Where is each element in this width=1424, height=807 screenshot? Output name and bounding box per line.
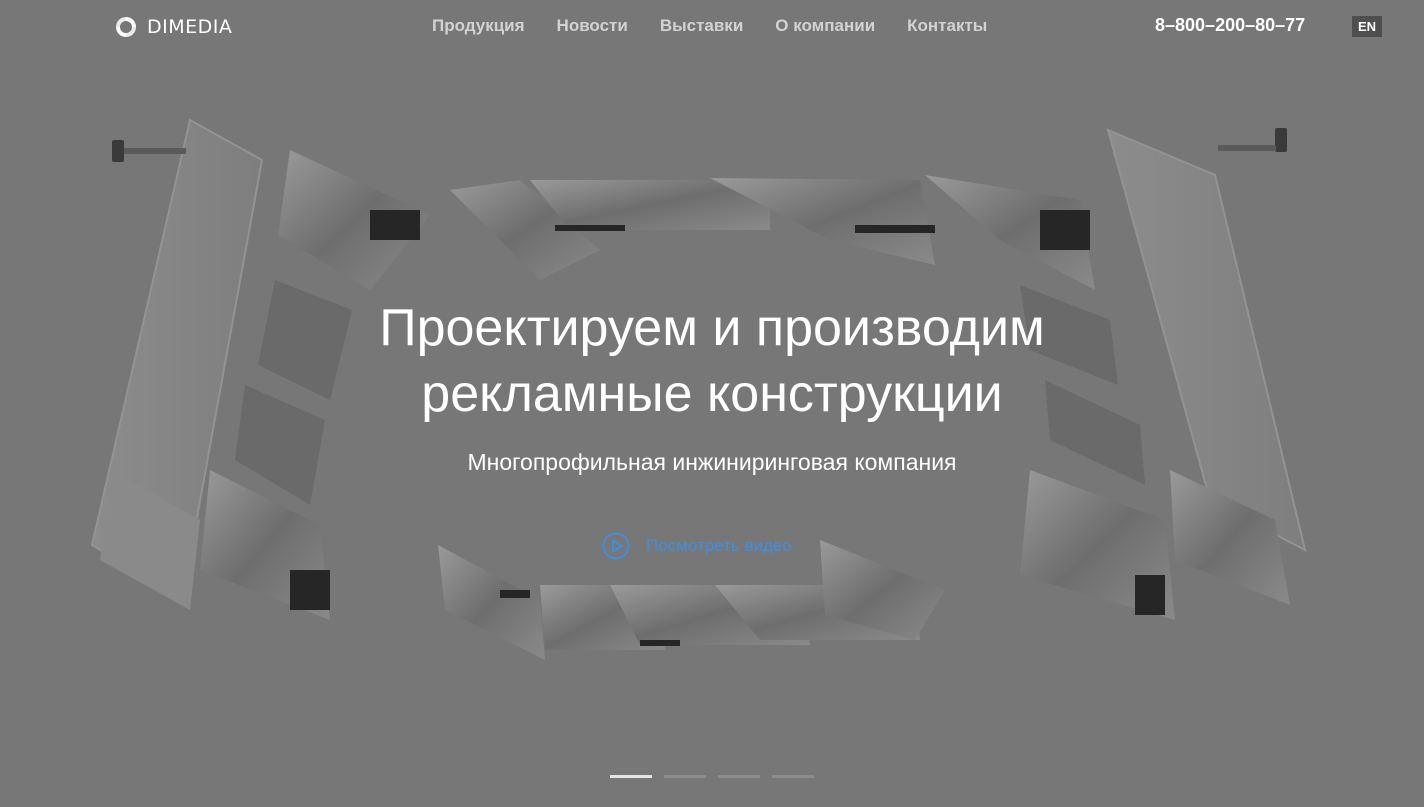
hero-title-line-1: Проектируем и производим [379, 299, 1045, 357]
nav-item-news[interactable]: Новости [557, 16, 628, 36]
site-header: DIMEDIA Продукция Новости Выставки О ком… [0, 0, 1424, 54]
nav-item-products[interactable]: Продукция [432, 16, 525, 36]
right-bolt [1218, 128, 1287, 152]
slider-dot-4[interactable] [772, 775, 814, 778]
left-bolt [112, 140, 186, 162]
hero-section: DIMEDIA Продукция Новости Выставки О ком… [0, 0, 1424, 807]
hero-subtitle: Многопрофильная инжиниринговая компания [467, 449, 957, 475]
logo-icon [116, 17, 136, 37]
phone-number[interactable]: 8–800–200–80–77 [1155, 15, 1305, 36]
nav-item-about[interactable]: О компании [775, 16, 875, 36]
logo-text: DIMEDIA [147, 16, 233, 38]
watch-video-button[interactable]: Посмотреть видео [602, 532, 792, 560]
slider-dot-3[interactable] [718, 775, 760, 778]
watch-video-label: Посмотреть видео [646, 536, 792, 555]
nav-item-exhibitions[interactable]: Выставки [660, 16, 743, 36]
play-icon [602, 532, 630, 560]
nav-item-contacts[interactable]: Контакты [907, 16, 987, 36]
slider-dot-2[interactable] [664, 775, 706, 778]
hero-title: Проектируем и производим рекламные конст… [0, 295, 1424, 427]
hero-title-line-2: рекламные конструкции [421, 365, 1003, 423]
main-nav: Продукция Новости Выставки О компании Ко… [432, 16, 1019, 36]
slider-dot-1[interactable] [610, 775, 652, 778]
slider-pagination [610, 775, 826, 778]
language-switch[interactable]: EN [1352, 16, 1382, 37]
logo[interactable]: DIMEDIA [114, 14, 232, 40]
